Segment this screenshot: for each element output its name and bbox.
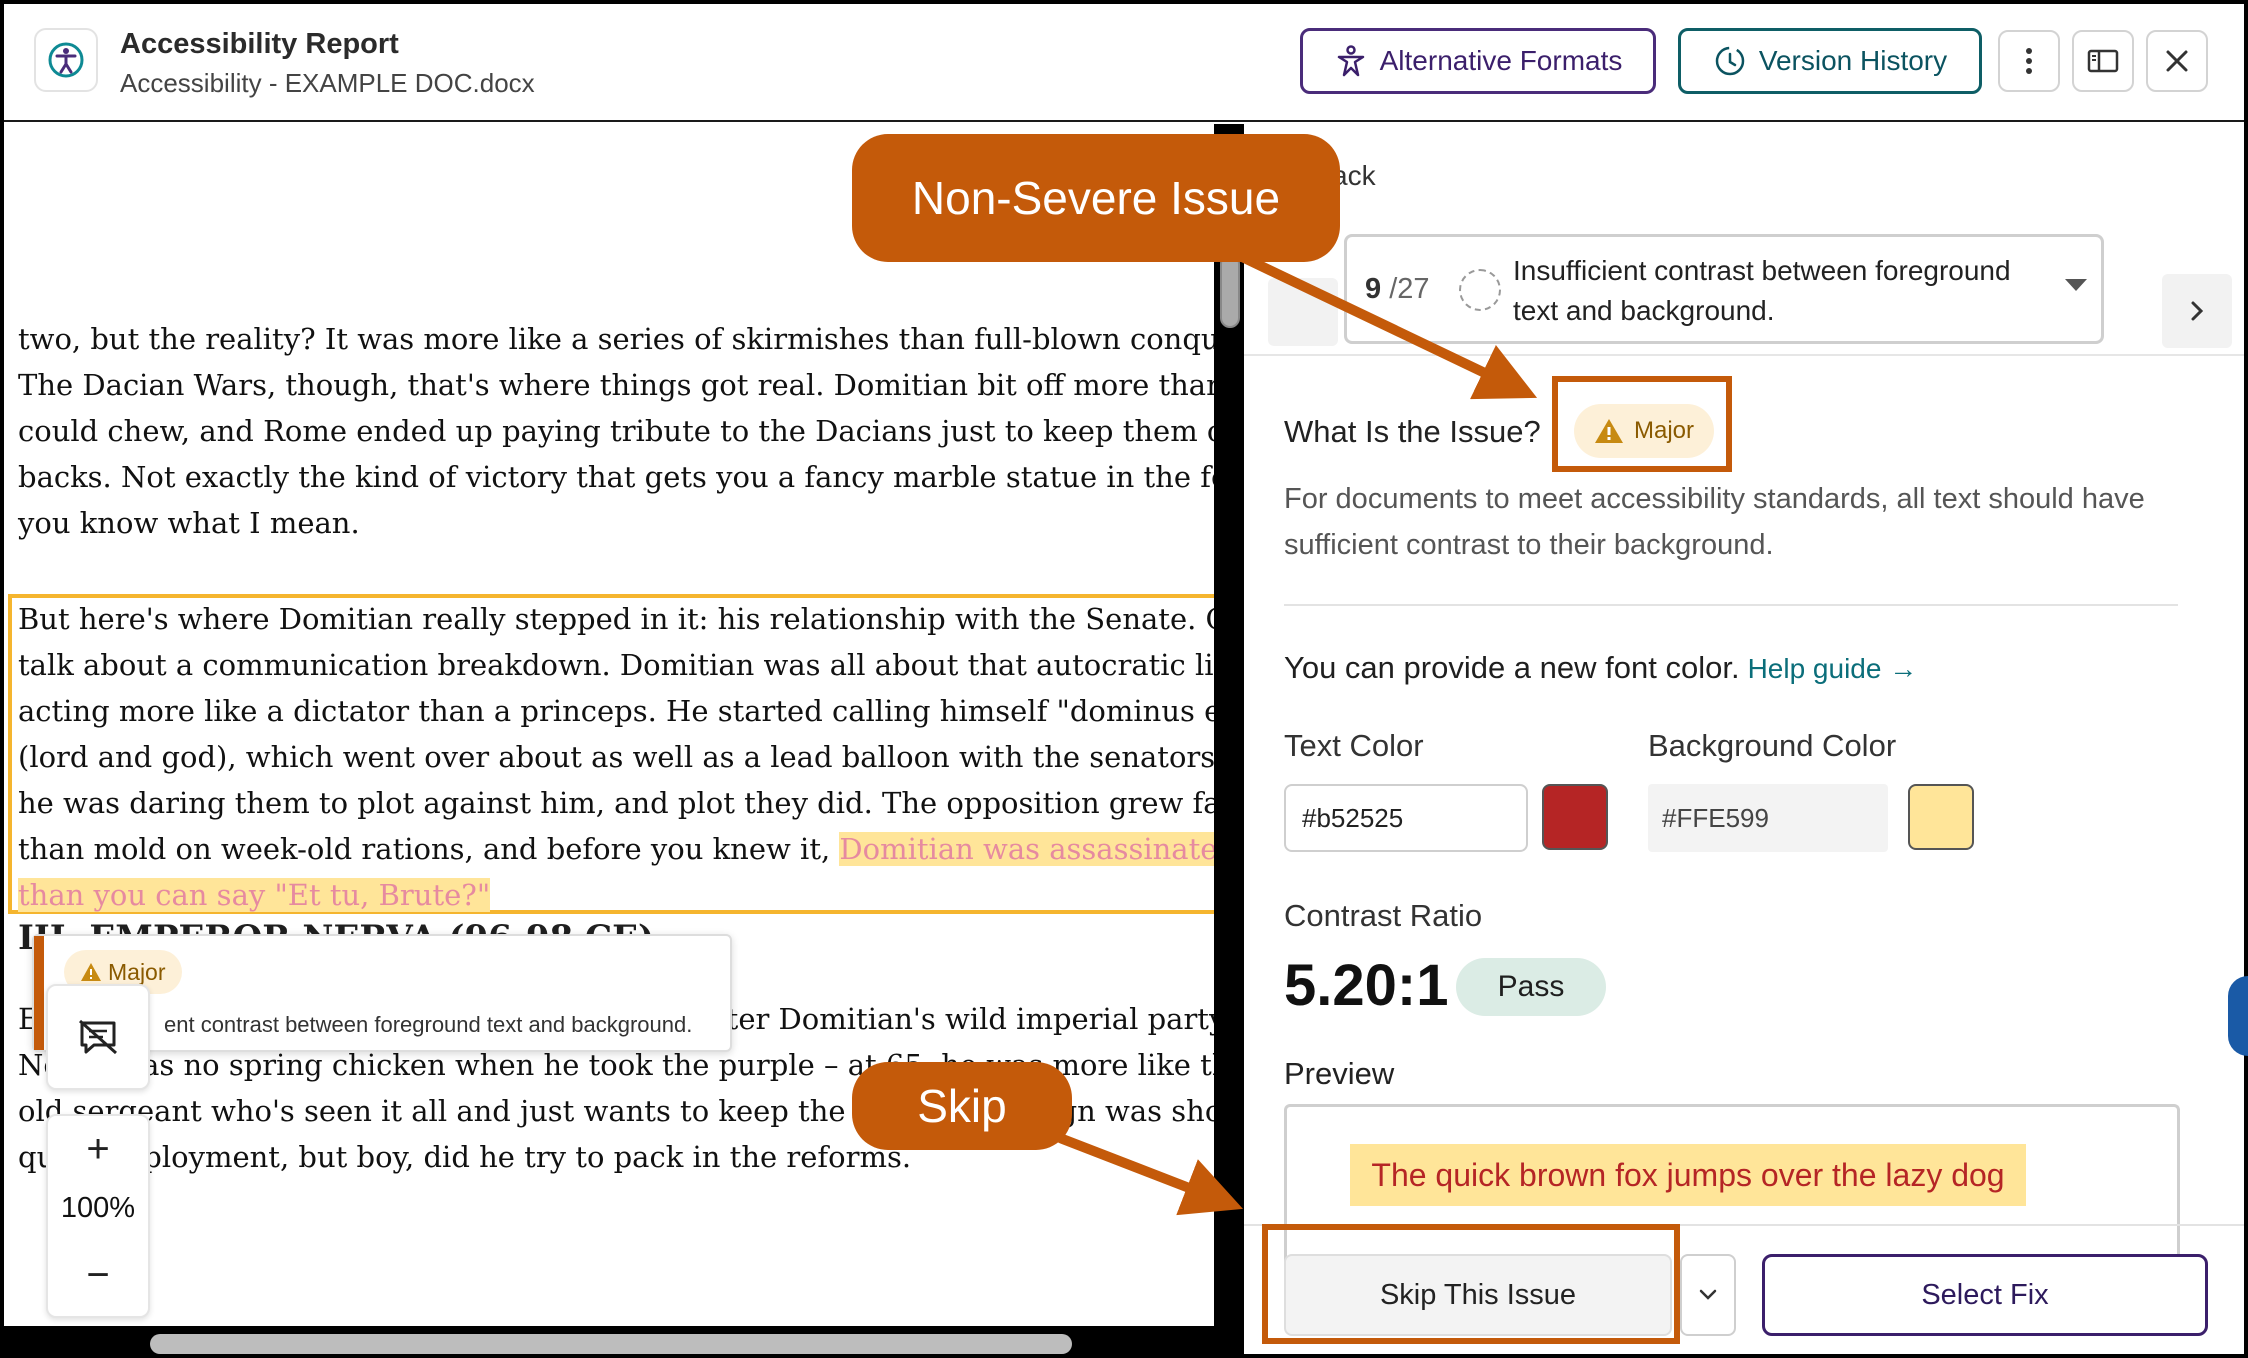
divider <box>1244 354 2244 356</box>
low-contrast-text[interactable]: Domitian was assassinated fa <box>839 832 1214 866</box>
text-line: he was daring them to plot against him, … <box>18 786 1214 820</box>
background-color-label: Background Color <box>1648 728 1897 763</box>
contrast-ratio-value: 5.20:1 <box>1284 953 1449 1018</box>
annotation-box-severity <box>1552 376 1732 472</box>
hide-comments-icon <box>79 1019 117 1055</box>
zoom-out-button[interactable]: − <box>48 1250 148 1300</box>
vertical-scrollbar[interactable] <box>1220 254 1240 328</box>
close-icon <box>2166 50 2188 72</box>
text-color-swatch[interactable] <box>1542 784 1608 850</box>
zoom-controls: + 100% − <box>46 1114 150 1318</box>
text-line: (lord and god), which went over about as… <box>18 740 1214 774</box>
text-line: talk about a communication breakdown. Do… <box>18 648 1214 682</box>
text-color-label: Text Color <box>1284 728 1424 763</box>
warning-icon <box>81 963 101 981</box>
contrast-status-badge: Pass <box>1456 958 1606 1016</box>
background-color-swatch <box>1908 784 1974 850</box>
severity-label: Major <box>108 958 166 985</box>
history-clock-icon <box>1715 46 1745 76</box>
background-color-input <box>1648 784 1888 852</box>
what-is-issue-heading: What Is the Issue? <box>1284 414 1541 449</box>
skip-options-dropdown[interactable] <box>1680 1254 1736 1336</box>
text-color-input[interactable] <box>1284 784 1528 852</box>
text-line: could chew, and Rome ended up paying tri… <box>18 414 1214 448</box>
version-history-button[interactable]: Version History <box>1678 28 1982 94</box>
fix-instruction-text: You can provide a new font color. <box>1284 650 1740 685</box>
report-title: Accessibility Report <box>120 28 399 60</box>
zoom-level: 100% <box>60 1192 136 1224</box>
close-button[interactable] <box>2146 30 2208 92</box>
version-history-label: Version History <box>1758 45 1948 76</box>
tooltip-message: ent contrast between foreground text and… <box>164 1012 693 1037</box>
callout-skip: Skip <box>852 1062 1072 1150</box>
document-viewer[interactable]: two, but the reality? It was more like a… <box>4 124 1214 1354</box>
divider <box>1284 604 2178 606</box>
severity-stripe <box>34 936 44 1050</box>
text-line: than mold on week-old rations, and befor… <box>18 826 1214 872</box>
issue-counter: 9 /27 <box>1365 273 1430 306</box>
header: Accessibility Report Accessibility - EXA… <box>4 4 2244 122</box>
fix-instruction: You can provide a new font color. Help gu… <box>1284 650 1917 686</box>
horizontal-scrollbar[interactable] <box>150 1334 1072 1354</box>
select-fix-button[interactable]: Select Fix <box>1762 1254 2208 1336</box>
chevron-right-icon <box>2191 301 2204 321</box>
preview-label: Preview <box>1284 1056 1395 1091</box>
issue-total: /27 <box>1389 273 1430 305</box>
annotation-box-skip <box>1262 1224 1680 1344</box>
text-line: than you can say "Et tu, Brute?" <box>18 872 1214 918</box>
toggle-layout-button[interactable] <box>2072 30 2134 92</box>
help-guide-link[interactable]: Help guide → <box>1748 653 1918 684</box>
preview-sample-text: The quick brown fox jumps over the lazy … <box>1350 1144 2026 1206</box>
callout-non-severe-issue: Non-Severe Issue <box>852 134 1340 262</box>
status-circle-icon <box>1459 269 1501 311</box>
kebab-icon <box>2026 48 2032 74</box>
text-line: But here's where Domitian really stepped… <box>18 602 1214 636</box>
chevron-down-icon <box>1699 1289 1717 1300</box>
previous-issue-button[interactable] <box>1268 278 1338 346</box>
alternative-formats-label: Alternative Formats <box>1379 45 1623 76</box>
chevron-down-icon <box>2065 279 2087 291</box>
low-contrast-text[interactable]: than you can say "Et tu, Brute?" <box>18 878 491 912</box>
issue-title: Insufficient contrast between foreground… <box>1513 255 2011 326</box>
document-paragraph: two, but the reality? It was more like a… <box>18 316 1214 546</box>
help-launcher[interactable] <box>2228 976 2248 1056</box>
text-segment: than mold on week-old rations, and befor… <box>18 832 840 866</box>
text-line: you know what I mean. <box>18 506 360 540</box>
text-line: acting more like a dictator than a princ… <box>18 694 1214 728</box>
document-name: Accessibility - EXAMPLE DOC.docx <box>120 68 535 98</box>
issue-selector[interactable]: 9 /27 Insufficient contrast between fore… <box>1344 234 2104 344</box>
zoom-in-button[interactable]: + <box>48 1124 148 1174</box>
issue-description: For documents to meet accessibility stan… <box>1284 483 2145 561</box>
more-options-button[interactable] <box>1998 30 2060 92</box>
alternative-formats-button[interactable]: Alternative Formats <box>1300 28 1656 94</box>
text-line: backs. Not exactly the kind of victory t… <box>18 460 1214 494</box>
issue-panel: ack 9 /27 Insufficient contrast between … <box>1244 124 2244 1354</box>
hide-highlights-button[interactable] <box>46 984 150 1090</box>
person-star-icon <box>1337 45 1364 77</box>
accessibility-icon <box>34 28 98 92</box>
text-line: two, but the reality? It was more like a… <box>18 322 1214 356</box>
flagged-paragraph: But here's where Domitian really stepped… <box>18 596 1214 918</box>
next-issue-button[interactable] <box>2162 274 2232 348</box>
panel-layout-icon <box>2087 49 2119 73</box>
text-line: The Dacian Wars, though, that's where th… <box>18 368 1214 402</box>
issue-index: 9 <box>1365 273 1382 305</box>
contrast-ratio-label: Contrast Ratio <box>1284 898 1483 933</box>
